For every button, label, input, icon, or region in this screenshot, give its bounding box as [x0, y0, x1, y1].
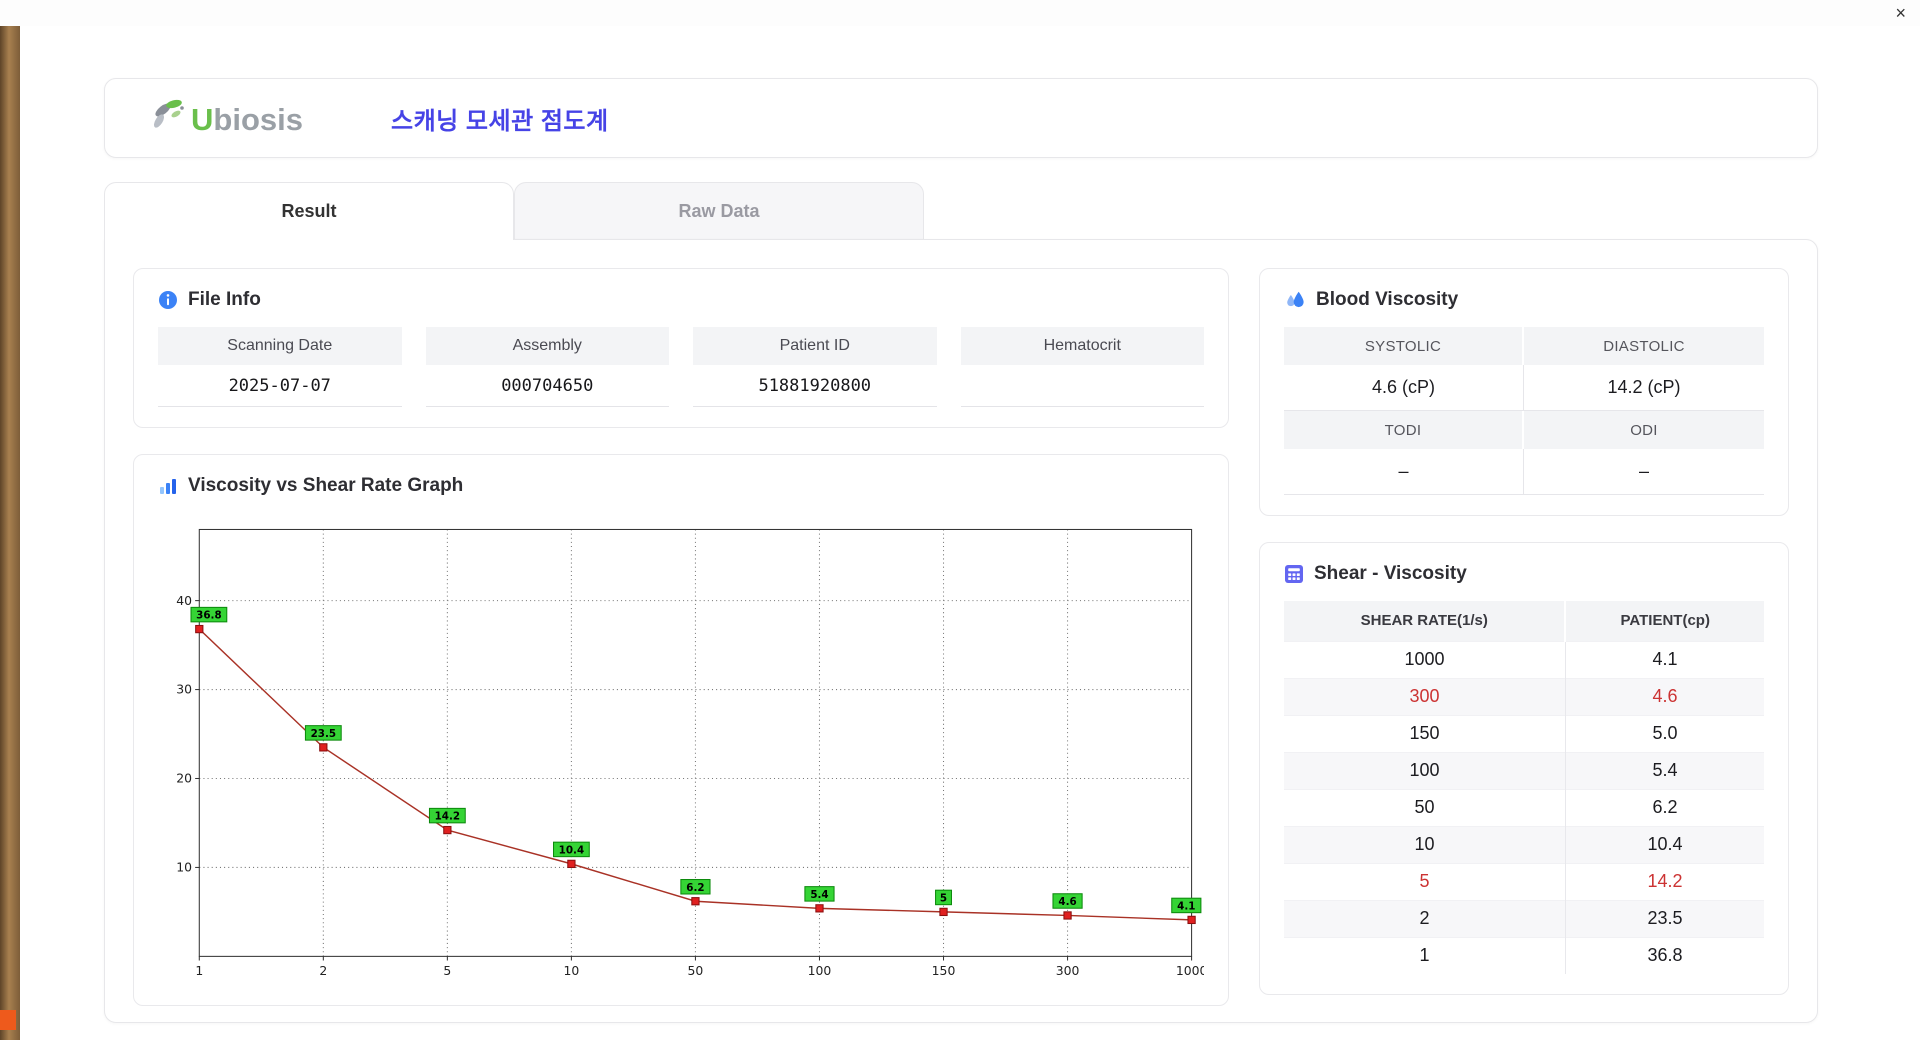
- tab-raw-data[interactable]: Raw Data: [514, 182, 924, 240]
- svg-text:5: 5: [443, 963, 451, 978]
- table-row: 10 10.4: [1284, 825, 1764, 863]
- patient-id-label: Patient ID: [693, 327, 937, 365]
- svg-text:100: 100: [808, 963, 832, 978]
- svg-text:50: 50: [688, 963, 704, 978]
- svg-text:Ubiosis: Ubiosis: [191, 102, 303, 137]
- svg-text:1000: 1000: [1176, 963, 1204, 978]
- viscosity-chart: 10 20 30 40 1 2 5 10 50 100 150 300 1000 36.8 23.5 14.2…: [176, 528, 1204, 978]
- window-titlebar: ×: [0, 0, 1920, 26]
- svg-text:5.4: 5.4: [810, 889, 828, 901]
- patient-viscosity-cell: 10.4: [1565, 825, 1764, 863]
- patient-column-header: PATIENT(cp): [1565, 601, 1764, 641]
- table-row: 5 14.2: [1284, 862, 1764, 900]
- svg-text:300: 300: [1056, 963, 1080, 978]
- table-row: 50 6.2: [1284, 788, 1764, 826]
- shear-rate-cell: 150: [1284, 714, 1566, 752]
- shear-viscosity-title: Shear - Viscosity: [1314, 563, 1467, 584]
- svg-text:30: 30: [176, 682, 192, 697]
- assembly-label: Assembly: [425, 327, 669, 365]
- svg-text:10.4: 10.4: [559, 845, 584, 857]
- file-info-title: File Info: [188, 289, 261, 310]
- shear-rate-cell: 100: [1284, 751, 1566, 789]
- scanning-date-label: Scanning Date: [158, 327, 402, 365]
- shear-rate-cell: 50: [1284, 788, 1566, 826]
- shear-rate-cell: 2: [1284, 899, 1566, 937]
- systolic-value: 4.6 (cP): [1284, 365, 1524, 411]
- odi-value: –: [1524, 449, 1764, 495]
- result-content: File Info Scanning Date Assembly Patient…: [104, 239, 1818, 1023]
- svg-text:6.2: 6.2: [686, 882, 704, 894]
- logo-letter-u: U: [191, 102, 213, 137]
- blood-viscosity-panel: Blood Viscosity SYSTOLIC DIASTOLIC 4.6 (…: [1259, 268, 1789, 516]
- ubiosis-logo: Ubiosis: [153, 99, 303, 137]
- patient-viscosity-cell: 5.4: [1565, 751, 1764, 789]
- patient-viscosity-cell: 36.8: [1565, 936, 1764, 974]
- graph-panel: Viscosity vs Shear Rate Graph 10 20 30 40 1 2…: [133, 454, 1229, 1007]
- table-row: 1000 4.1: [1284, 640, 1764, 678]
- patient-viscosity-cell: 6.2: [1565, 788, 1764, 826]
- todi-value: –: [1284, 449, 1524, 495]
- todi-label: TODI: [1284, 411, 1524, 449]
- svg-text:5: 5: [940, 893, 947, 905]
- hematocrit-label: Hematocrit: [960, 327, 1204, 365]
- tab-result[interactable]: Result: [104, 182, 514, 240]
- app-window: Ubiosis 스캐닝 모세관 점도계 Result Raw Data File…: [20, 26, 1920, 1040]
- shear-rate-cell: 10: [1284, 825, 1566, 863]
- svg-text:150: 150: [932, 963, 956, 978]
- patient-viscosity-cell: 5.0: [1565, 714, 1764, 752]
- svg-text:14.2: 14.2: [435, 811, 460, 823]
- diastolic-label: DIASTOLIC: [1524, 327, 1764, 365]
- app-header: Ubiosis 스캐닝 모세관 점도계: [104, 78, 1818, 158]
- svg-text:36.8: 36.8: [196, 610, 221, 622]
- shear-rate-cell: 300: [1284, 677, 1566, 715]
- file-info-panel: File Info Scanning Date Assembly Patient…: [133, 268, 1229, 428]
- patient-viscosity-cell: 4.6: [1565, 677, 1764, 715]
- shear-rate-cell: 5: [1284, 862, 1566, 900]
- taskbar-corner-chip: [0, 1010, 16, 1030]
- blood-drops-icon: [1287, 291, 1304, 307]
- patient-viscosity-cell: 14.2: [1565, 862, 1764, 900]
- svg-text:20: 20: [176, 771, 192, 786]
- table-row: 300 4.6: [1284, 677, 1764, 715]
- blood-viscosity-title: Blood Viscosity: [1316, 289, 1459, 310]
- svg-text:2: 2: [319, 963, 327, 978]
- info-icon: [159, 291, 177, 309]
- svg-text:40: 40: [176, 593, 192, 608]
- systolic-label: SYSTOLIC: [1284, 327, 1524, 365]
- table-row: 1 36.8: [1284, 936, 1764, 974]
- table-row: 100 5.4: [1284, 751, 1764, 789]
- patient-id-value: 51881920800: [693, 365, 937, 407]
- desktop-edge-strip: [0, 26, 20, 1040]
- svg-text:23.5: 23.5: [311, 728, 336, 740]
- bar-chart-icon: [160, 479, 176, 494]
- patient-viscosity-cell: 4.1: [1565, 640, 1764, 678]
- patient-viscosity-cell: 23.5: [1565, 899, 1764, 937]
- svg-text:10: 10: [176, 860, 192, 875]
- table-row: 150 5.0: [1284, 714, 1764, 752]
- hematocrit-value: [960, 365, 1204, 407]
- svg-text:1: 1: [195, 963, 203, 978]
- page-title: 스캐닝 모세관 점도계: [391, 107, 609, 135]
- shear-rate-column-header: SHEAR RATE(1/s): [1284, 601, 1567, 641]
- diastolic-value: 14.2 (cP): [1524, 365, 1764, 411]
- tab-bar: Result Raw Data: [104, 182, 1818, 240]
- graph-title: Viscosity vs Shear Rate Graph: [188, 475, 464, 496]
- logo-rest: biosis: [213, 102, 303, 137]
- svg-text:4.6: 4.6: [1058, 896, 1076, 908]
- scanning-date-value: 2025-07-07: [158, 365, 402, 407]
- shear-rate-cell: 1: [1284, 936, 1566, 974]
- table-row: 2 23.5: [1284, 899, 1764, 937]
- close-button[interactable]: ×: [1895, 2, 1906, 24]
- shear-rate-cell: 1000: [1284, 640, 1566, 678]
- assembly-value: 000704650: [425, 365, 669, 407]
- odi-label: ODI: [1524, 411, 1764, 449]
- svg-text:10: 10: [564, 963, 580, 978]
- shear-table-body: 1000 4.1 300 4.6 150 5.0 100 5.4 50 6.2 10 10.4 5 14.…: [1284, 640, 1764, 974]
- shear-viscosity-table: SHEAR RATE(1/s) PATIENT(cp) 1000 4.1 300 4.…: [1284, 601, 1764, 974]
- calculator-icon: [1285, 565, 1303, 583]
- svg-text:4.1: 4.1: [1177, 901, 1195, 913]
- shear-viscosity-panel: Shear - Viscosity SHEAR RATE(1/s) PATIEN…: [1259, 542, 1789, 995]
